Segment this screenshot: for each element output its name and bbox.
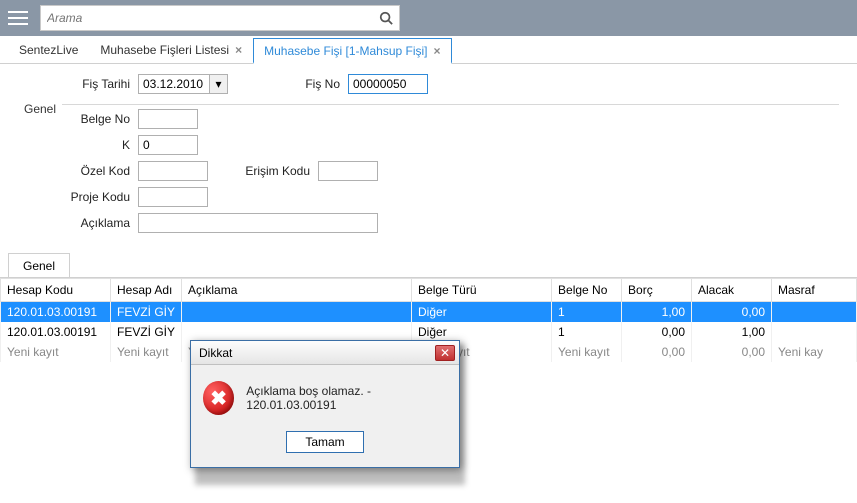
table-row[interactable]: 120.01.03.00191 FEVZİ GİY Diğer 1 0,00 1… [1,322,857,342]
close-icon[interactable]: × [434,44,441,58]
cell-masraf [772,302,857,323]
cell-masraf: Yeni kay [772,342,857,362]
k-input[interactable] [138,135,198,155]
proje-kodu-input[interactable] [138,187,208,207]
cell-masraf [772,322,857,342]
erisim-kodu-input[interactable] [318,161,378,181]
top-bar [0,0,857,36]
cell-hesap-kodu: Yeni kayıt [1,342,111,362]
aciklama-label: Açıklama [18,216,138,230]
ok-button[interactable]: Tamam [286,431,363,453]
tab-muhasebe-fisi[interactable]: Muhasebe Fişi [1-Mahsup Fişi] × [253,38,451,64]
fis-no-input[interactable] [348,74,428,94]
col-masraf[interactable]: Masraf [772,279,857,302]
tab-label: Muhasebe Fişleri Listesi [100,43,229,57]
col-hesap-adi[interactable]: Hesap Adı [111,279,182,302]
cell-aciklama [182,302,412,323]
cell-hesap-adi: FEVZİ GİY [111,322,182,342]
cell-belge-no: 1 [552,302,622,323]
section-label-genel: Genel [18,102,62,116]
ozel-kod-input[interactable] [138,161,208,181]
form-zone: Fiş Tarihi ▾ Fiş No Genel Belge No K Öze… [0,64,857,245]
cell-alacak: 0,00 [692,302,772,323]
document-tabs: SentezLive Muhasebe Fişleri Listesi × Mu… [0,36,857,64]
col-aciklama[interactable]: Açıklama [182,279,412,302]
tab-label: SentezLive [19,43,78,57]
proje-kodu-label: Proje Kodu [18,190,138,204]
cell-belge-no: Yeni kayıt [552,342,622,362]
dialog-titlebar: Dikkat ✕ [191,341,459,365]
col-belge-no[interactable]: Belge No [552,279,622,302]
tab-fis-listesi[interactable]: Muhasebe Fişleri Listesi × [89,37,253,63]
close-icon: ✕ [440,346,450,360]
fis-tarihi-label: Fiş Tarihi [18,77,138,91]
col-borc[interactable]: Borç [622,279,692,302]
cell-hesap-kodu: 120.01.03.00191 [1,302,111,323]
close-icon[interactable]: × [235,43,242,57]
cell-belge-turu: Diğer [412,322,552,342]
table-row[interactable]: 120.01.03.00191 FEVZİ GİY Diğer 1 1,00 0… [1,302,857,323]
alert-dialog: Dikkat ✕ ✖ Açıklama boş olamaz. - 120.01… [190,340,460,468]
cell-borc: 0,00 [622,342,692,362]
dialog-message: Açıklama boş olamaz. - 120.01.03.00191 [246,384,447,412]
tab-label: Muhasebe Fişi [1-Mahsup Fişi] [264,44,427,58]
fis-no-label: Fiş No [228,77,348,91]
date-picker-button[interactable]: ▾ [210,74,228,94]
cell-alacak: 0,00 [692,342,772,362]
cell-hesap-adi: FEVZİ GİY [111,302,182,323]
erisim-kodu-label: Erişim Kodu [208,164,318,178]
dialog-title-text: Dikkat [199,346,232,360]
search-icon[interactable] [373,6,399,30]
cell-belge-no: 1 [552,322,622,342]
col-alacak[interactable]: Alacak [692,279,772,302]
hamburger-menu-button[interactable] [0,0,36,36]
belge-no-input[interactable] [138,109,198,129]
ozel-kod-label: Özel Kod [18,164,138,178]
aciklama-input[interactable] [138,213,378,233]
k-label: K [18,138,138,152]
col-belge-turu[interactable]: Belge Türü [412,279,552,302]
cell-belge-turu: Diğer [412,302,552,323]
cell-borc: 1,00 [622,302,692,323]
search-input[interactable] [41,6,373,30]
col-hesap-kodu[interactable]: Hesap Kodu [1,279,111,302]
tab-sentezlive[interactable]: SentezLive [8,37,89,63]
cell-hesap-adi: Yeni kayıt [111,342,182,362]
subtab-genel[interactable]: Genel [8,253,70,277]
error-icon: ✖ [203,381,234,415]
cell-hesap-kodu: 120.01.03.00191 [1,322,111,342]
grid-header-row: Hesap Kodu Hesap Adı Açıklama Belge Türü… [1,279,857,302]
subtab-label: Genel [23,259,55,273]
dialog-close-button[interactable]: ✕ [435,345,455,361]
search-field-wrap [40,5,400,31]
cell-aciklama [182,322,412,342]
cell-alacak: 1,00 [692,322,772,342]
chevron-down-icon: ▾ [215,77,221,91]
fis-tarihi-input[interactable] [138,74,210,94]
cell-borc: 0,00 [622,322,692,342]
